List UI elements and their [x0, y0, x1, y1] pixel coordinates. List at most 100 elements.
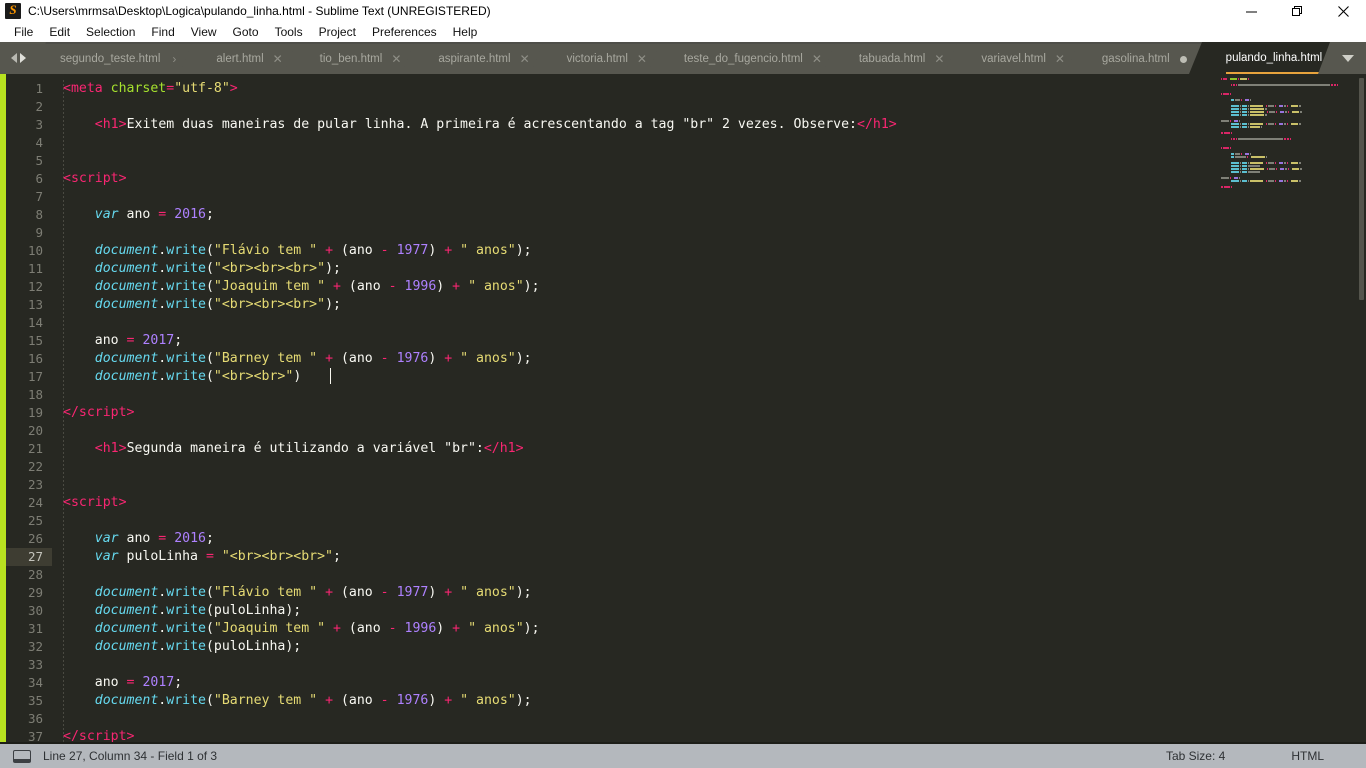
line-number: 5 [35, 153, 43, 168]
code-line[interactable] [63, 98, 1217, 116]
code-token: Exitem duas maneiras de pular linha. A p… [126, 117, 858, 132]
code-line[interactable]: </script> [63, 404, 1217, 422]
menu-item-help[interactable]: Help [445, 23, 486, 41]
minimap-token [1275, 180, 1276, 182]
code-line[interactable]: <script> [63, 494, 1217, 512]
code-line[interactable] [63, 188, 1217, 206]
code-line[interactable] [63, 710, 1217, 728]
code-token: "<br><br>" [213, 369, 294, 384]
tab-close-icon[interactable]: ✕ [812, 53, 822, 65]
code-line[interactable]: <meta charset="utf-8"> [63, 80, 1217, 98]
code-line[interactable]: document.write("<br><br>") [63, 368, 1217, 386]
minimap-line [1221, 141, 1366, 143]
tab-segundo_teste-html[interactable]: segundo_teste.html › [36, 44, 213, 74]
code-line[interactable] [63, 512, 1217, 530]
tab-label: victoria.html [566, 53, 628, 65]
code-line[interactable] [63, 566, 1217, 584]
code-token: > [118, 171, 127, 186]
menu-item-tools[interactable]: Tools [267, 23, 311, 41]
code-line[interactable] [63, 152, 1217, 170]
code-line[interactable] [63, 656, 1217, 674]
maximize-button[interactable] [1274, 0, 1320, 22]
code-line[interactable]: var puloLinha = "<br><br><br>"; [63, 548, 1217, 566]
code-line[interactable]: document.write(puloLinha); [63, 602, 1217, 620]
code-line[interactable]: <h1>Segunda maneira é utilizando a variá… [63, 440, 1217, 458]
minimap-token [1284, 138, 1286, 140]
tab-close-icon[interactable]: ✕ [637, 53, 647, 65]
code-line[interactable]: document.write("Barney tem " + (ano - 19… [63, 692, 1217, 710]
tab-overflow-button[interactable] [1318, 42, 1366, 74]
code-line[interactable] [63, 476, 1217, 494]
code-token: document [94, 297, 159, 312]
minimap-token [1248, 108, 1249, 110]
tab-close-icon[interactable]: ✕ [934, 53, 944, 65]
minimap-token [1284, 162, 1286, 164]
code-line[interactable]: var ano = 2016; [63, 206, 1217, 224]
code-line[interactable]: document.write("Joaquim tem " + (ano - 1… [63, 620, 1217, 638]
minimap[interactable] [1217, 74, 1366, 744]
tab-close-icon[interactable]: ✕ [520, 53, 530, 65]
close-button[interactable] [1320, 0, 1366, 22]
tab-pulando_linha-html[interactable]: pulando_linha.html✕ [1188, 42, 1330, 74]
code-line[interactable]: document.write("Joaquim tem " + (ano - 1… [63, 278, 1217, 296]
tab-prev-icon[interactable] [10, 53, 17, 63]
code-line[interactable]: <script> [63, 170, 1217, 188]
menu-item-view[interactable]: View [183, 23, 225, 41]
chevron-down-icon[interactable] [1342, 54, 1354, 62]
minimap-token [1221, 78, 1222, 80]
minimap-line [1221, 81, 1366, 83]
code-line[interactable]: var ano = 2016; [63, 530, 1217, 548]
minimap-token [1235, 156, 1246, 158]
minimap-token [1250, 153, 1251, 155]
tab-size-label[interactable]: Tab Size: 4 [1166, 749, 1225, 763]
menu-item-file[interactable]: File [6, 23, 41, 41]
menu-item-selection[interactable]: Selection [78, 23, 143, 41]
minimap-token [1231, 165, 1239, 167]
tab-nav-arrows[interactable] [0, 42, 46, 74]
tab-close-icon[interactable]: ✕ [273, 53, 283, 65]
menu-item-goto[interactable]: Goto [225, 23, 267, 41]
code-line[interactable] [63, 314, 1217, 332]
minimap-token [1241, 99, 1242, 101]
title-bar: C:\Users\mrmsa\Desktop\Logica\pulando_li… [0, 0, 1366, 22]
menu-item-edit[interactable]: Edit [41, 23, 78, 41]
code-line[interactable]: ano = 2017; [63, 332, 1217, 350]
code-token: ); [515, 243, 532, 258]
minimap-token [1235, 153, 1240, 155]
code-line[interactable] [63, 134, 1217, 152]
tab-teste_do_fugencio-html[interactable]: teste_do_fugencio.html ✕ [646, 44, 855, 74]
code-line[interactable]: document.write("<br><br><br>"); [63, 296, 1217, 314]
code-line[interactable]: document.write("Flávio tem " + (ano - 19… [63, 584, 1217, 602]
code-line[interactable]: document.write("Barney tem " + (ano - 19… [63, 350, 1217, 368]
tab-label: teste_do_fugencio.html [683, 53, 803, 65]
code-line[interactable] [63, 422, 1217, 440]
menu-item-project[interactable]: Project [311, 23, 364, 41]
code-token: ano [118, 531, 159, 546]
minimize-button[interactable] [1228, 0, 1274, 22]
code-line[interactable] [63, 458, 1217, 476]
minimap-line [1221, 108, 1366, 110]
tab-close-icon[interactable]: ✕ [1055, 53, 1065, 65]
tab-unsaved-dot-icon[interactable] [1179, 55, 1189, 63]
code-line[interactable]: document.write("<br><br><br>"); [63, 260, 1217, 278]
tab-close-icon[interactable]: ✕ [391, 53, 401, 65]
minimap-scrollbar[interactable] [1359, 78, 1364, 300]
code-line[interactable]: document.write(puloLinha); [63, 638, 1217, 656]
code-content[interactable]: <meta charset="utf-8"> <h1>Exitem duas m… [52, 74, 1217, 744]
menu-item-find[interactable]: Find [143, 23, 182, 41]
code-line[interactable]: <h1>Exitem duas maneiras de pular linha.… [63, 116, 1217, 134]
tab-next-icon[interactable] [19, 53, 26, 63]
code-token: + [444, 693, 453, 708]
code-line[interactable]: ano = 2017; [63, 674, 1217, 692]
code-line[interactable] [63, 224, 1217, 242]
code-token: ( [205, 297, 214, 312]
minimap-token [1231, 123, 1239, 125]
line-number: 13 [27, 297, 43, 312]
code-line[interactable] [63, 386, 1217, 404]
menu-item-preferences[interactable]: Preferences [364, 23, 445, 41]
syntax-label[interactable]: HTML [1291, 749, 1324, 763]
minimap-token [1242, 126, 1247, 128]
code-line[interactable]: document.write("Flávio tem " + (ano - 19… [63, 242, 1217, 260]
